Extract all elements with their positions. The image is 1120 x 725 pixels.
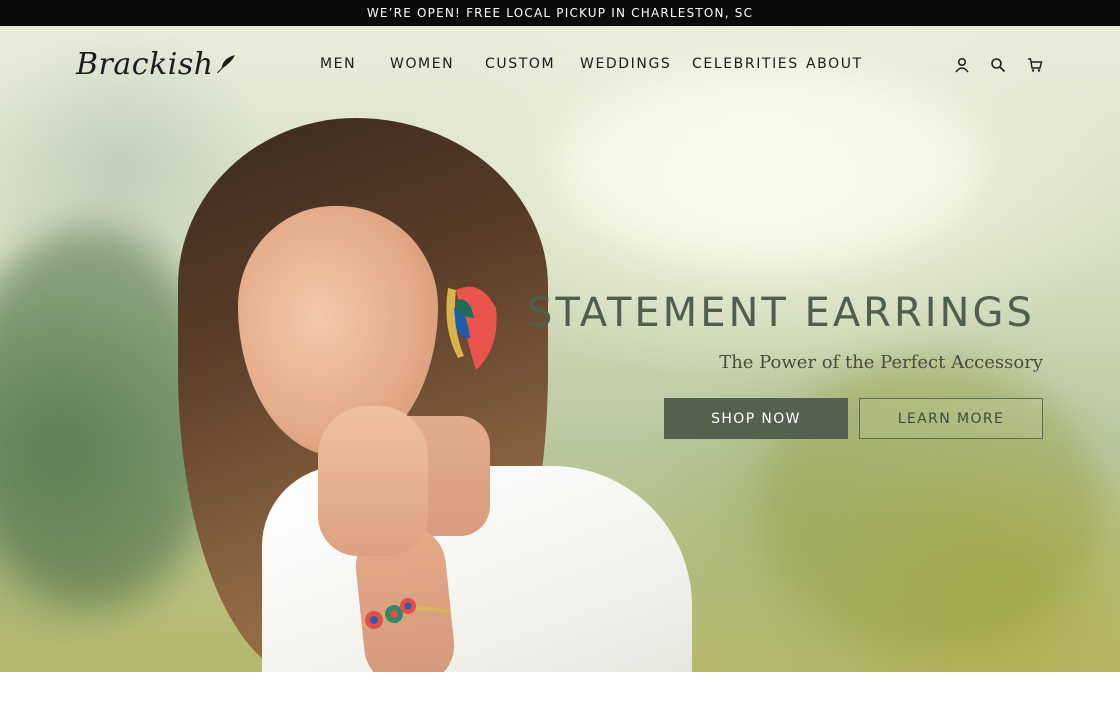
hero-banner: Brackish MEN WOMEN CUSTOM WEDDINGS CELEB… [0, 26, 1120, 672]
feather-earring [446, 286, 497, 370]
bracelet [362, 598, 451, 629]
nav-item-weddings[interactable]: WEDDINGS [580, 56, 671, 72]
background-light [560, 66, 980, 266]
nav-item-celebrities[interactable]: CELEBRITIES [692, 56, 799, 72]
hero-headline: STATEMENT EARRINGS [527, 290, 1035, 336]
announcement-bar: WE’RE OPEN! FREE LOCAL PICKUP IN CHARLES… [0, 0, 1120, 26]
model-hand [318, 406, 428, 556]
page-content-area [0, 672, 1120, 725]
shop-now-button[interactable]: SHOP NOW [664, 398, 848, 439]
logo-text: Brackish [76, 46, 214, 82]
learn-more-button[interactable]: LEARN MORE [859, 398, 1043, 439]
hero-subheadline: The Power of the Perfect Accessory [719, 352, 1043, 373]
nav-item-men[interactable]: MEN [320, 56, 356, 72]
brand-logo[interactable]: Brackish [76, 40, 236, 88]
account-icon[interactable] [951, 54, 973, 76]
nav-item-about[interactable]: ABOUT [806, 56, 863, 72]
nav-item-custom[interactable]: CUSTOM [485, 56, 555, 72]
cart-icon[interactable] [1024, 54, 1046, 76]
nav-item-women[interactable]: WOMEN [390, 56, 454, 72]
search-icon[interactable] [987, 54, 1009, 76]
feather-icon [216, 55, 235, 74]
announcement-text: WE’RE OPEN! FREE LOCAL PICKUP IN CHARLES… [366, 6, 754, 20]
